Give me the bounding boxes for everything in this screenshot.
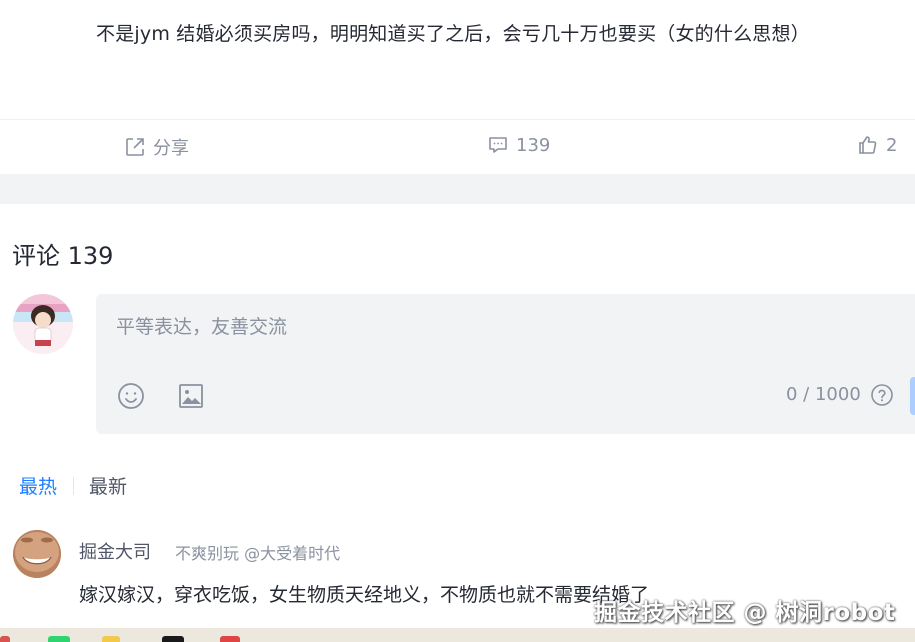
comment-content: 嫁汉嫁汉，穿衣吃饭，女生物质天经地义，不物质也就不需要结婚了 — [79, 584, 650, 606]
taskbar-app-icon[interactable] — [162, 636, 184, 642]
article-action-bar: 分享 139 2 — [0, 119, 915, 174]
taskbar-app-icon[interactable] — [220, 636, 240, 642]
tab-new[interactable]: 最新 — [89, 472, 127, 499]
watermark: 掘金技术社区 @ 树洞robot — [594, 600, 896, 626]
character-counter: 0 / 1000 — [786, 384, 861, 405]
taskbar-app-icon[interactable] — [48, 636, 70, 642]
comments-title: 评论 139 — [12, 242, 114, 270]
like-count: 2 — [886, 134, 898, 156]
taskbar-app-icon[interactable] — [0, 636, 10, 642]
help-icon — [871, 384, 893, 406]
section-divider-band — [0, 174, 915, 204]
like-button[interactable]: 2 — [857, 134, 897, 156]
emoji-icon — [118, 383, 144, 409]
emoji-button[interactable] — [116, 381, 146, 415]
os-taskbar — [0, 628, 915, 642]
comment-editor: 0 / 1000 — [96, 294, 915, 434]
share-label: 分享 — [153, 138, 189, 159]
image-icon — [179, 384, 203, 408]
comment-count-button[interactable]: 139 — [487, 134, 550, 156]
share-button[interactable]: 分享 — [124, 134, 189, 160]
tab-divider — [73, 476, 75, 495]
comment-input[interactable] — [116, 312, 756, 342]
tab-hot[interactable]: 最热 — [19, 472, 57, 499]
comment-icon — [489, 137, 507, 153]
share-icon — [126, 138, 144, 156]
current-user-avatar — [13, 294, 73, 354]
send-button[interactable] — [910, 377, 915, 415]
help-button[interactable] — [870, 383, 894, 411]
taskbar-app-icon[interactable] — [102, 636, 120, 642]
comment-author-avatar[interactable] — [13, 530, 61, 578]
thumbs-up-icon — [859, 136, 877, 154]
comment-count: 139 — [516, 134, 551, 156]
image-upload-button[interactable] — [177, 382, 205, 414]
comment-author-bio: 不爽别玩 @大受着时代 — [175, 544, 341, 563]
comment-author-name[interactable]: 掘金大司 — [79, 538, 151, 564]
comment-sort-tabs: 最热 最新 — [19, 472, 127, 499]
post-content: 不是jym 结婚必须买房吗，明明知道买了之后，会亏几十万也要买（女的什么思想） — [96, 23, 810, 45]
